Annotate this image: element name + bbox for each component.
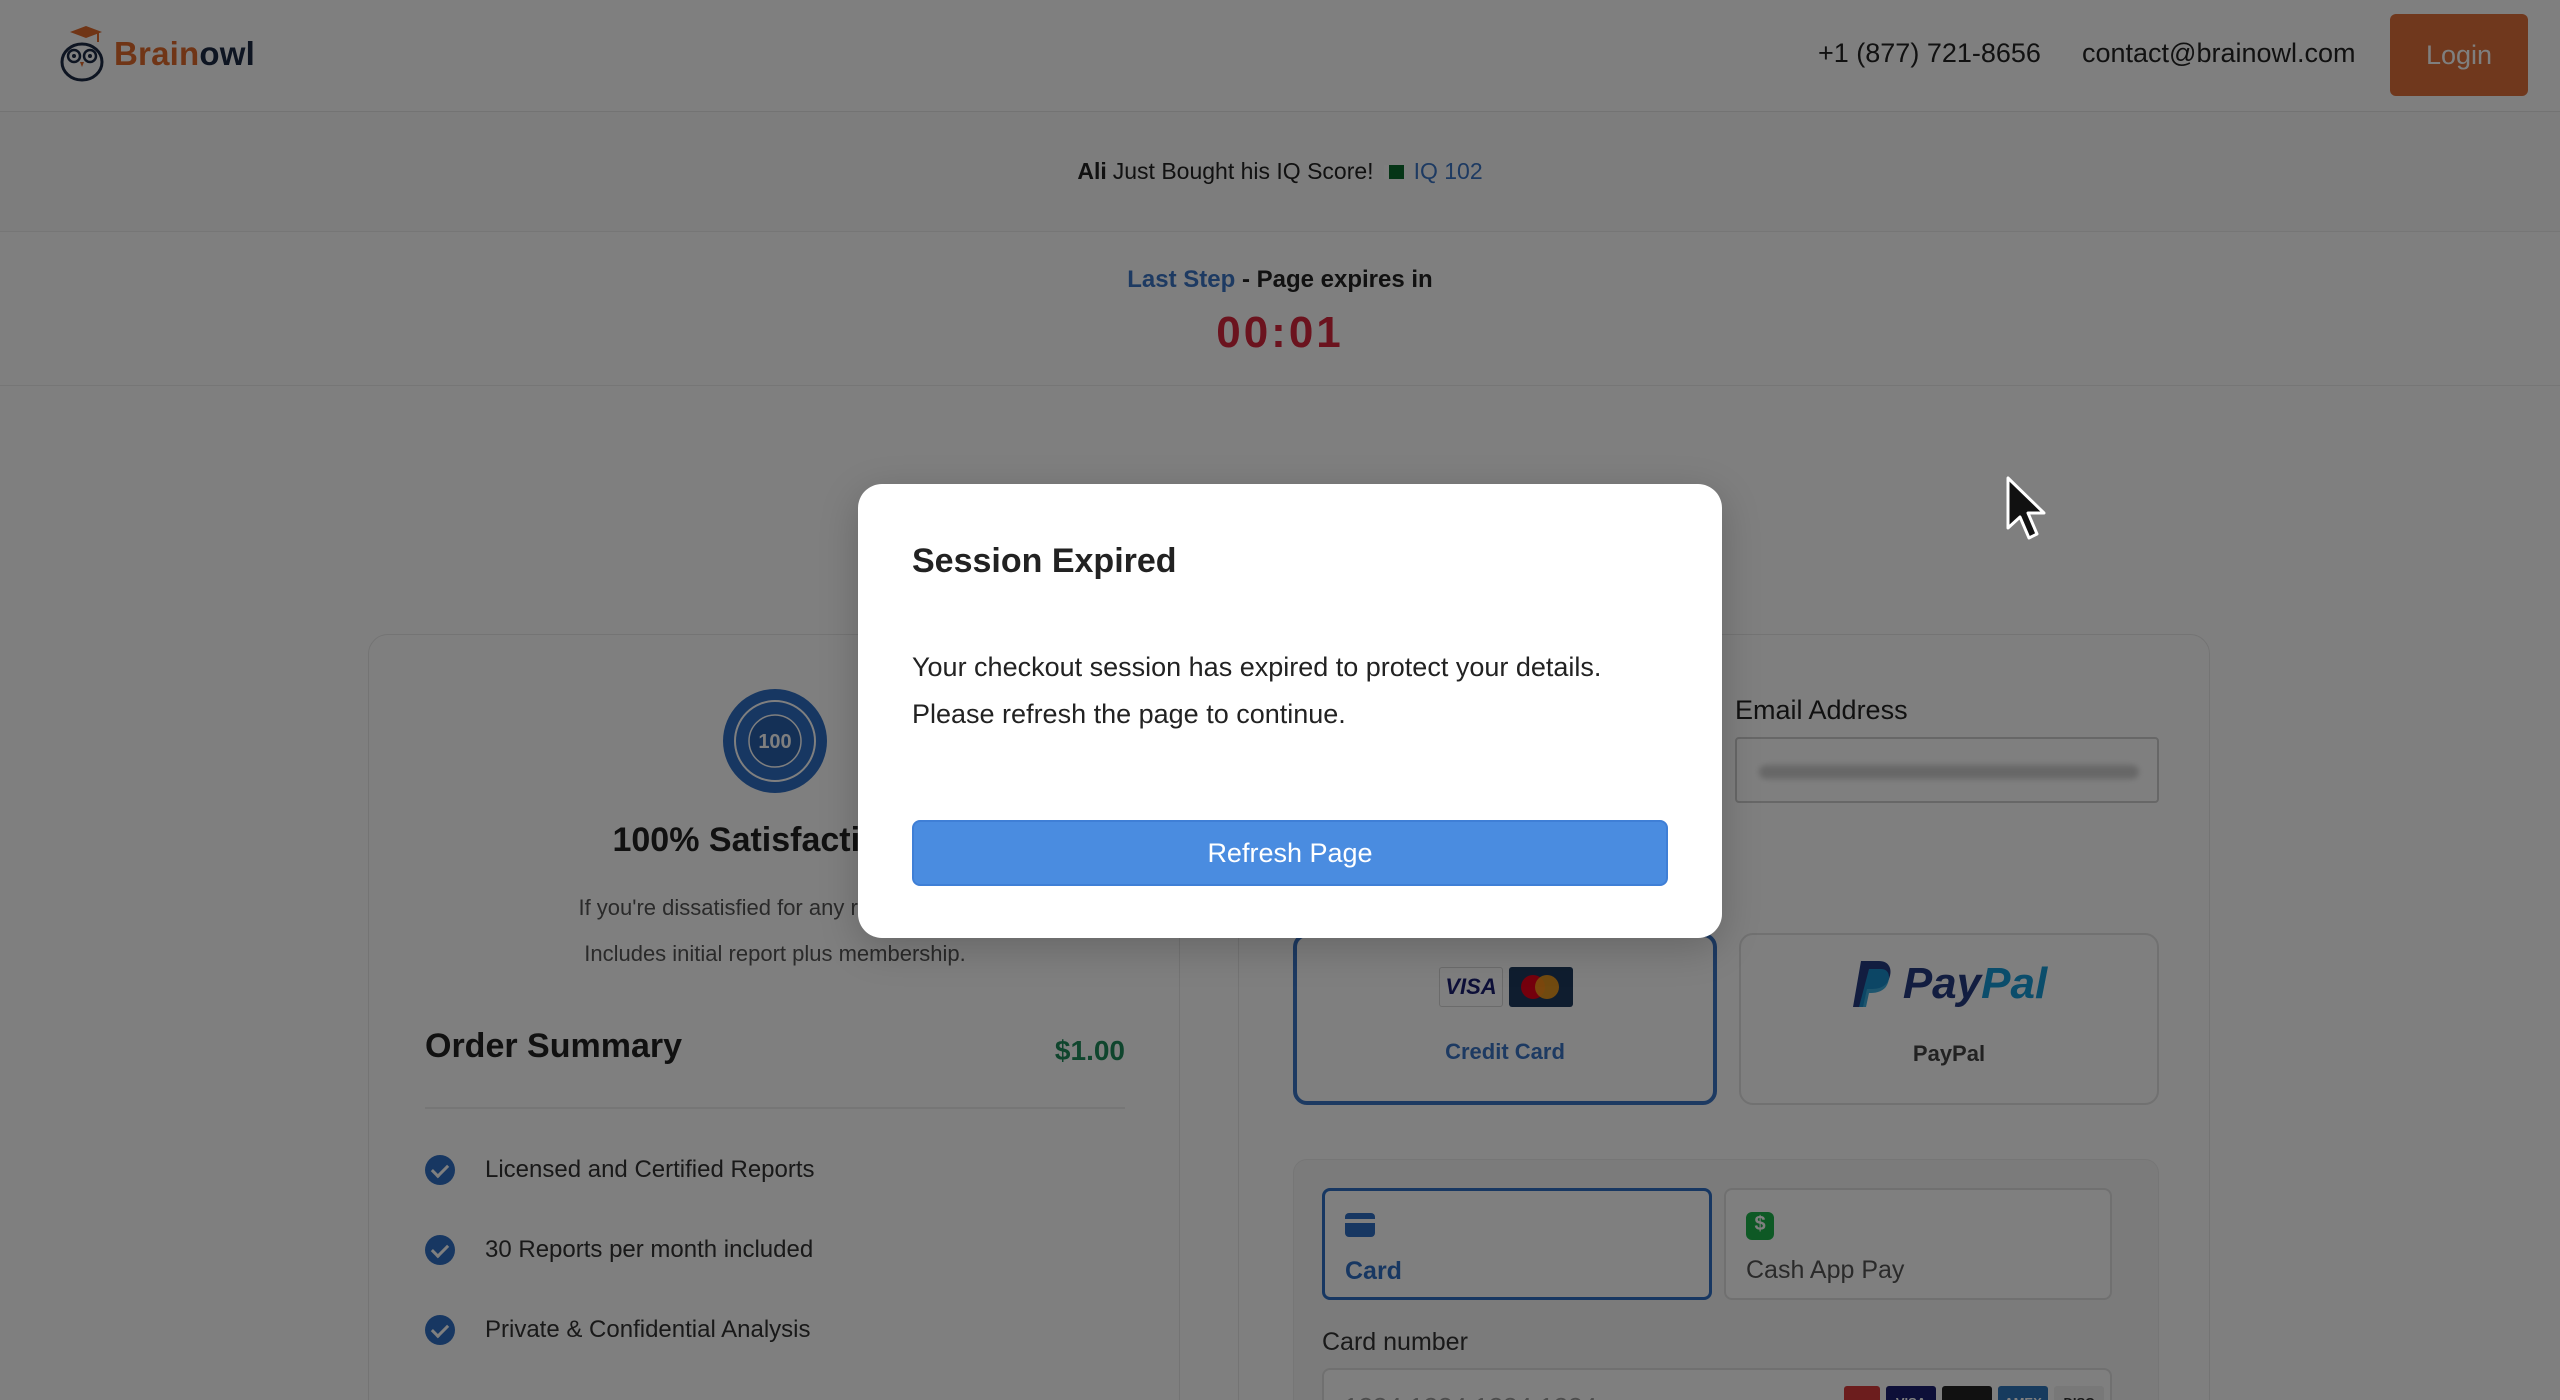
dialog-title: Session Expired bbox=[912, 542, 1177, 580]
mouse-cursor-icon bbox=[2006, 476, 2046, 540]
dialog-message-line-2: Please refresh the page to continue. bbox=[912, 699, 1346, 729]
dialog-message: Your checkout session has expired to pro… bbox=[912, 644, 1672, 738]
dialog-message-line-1: Your checkout session has expired to pro… bbox=[912, 652, 1602, 682]
session-expired-dialog: Session Expired Your checkout session ha… bbox=[858, 484, 1722, 938]
refresh-page-button[interactable]: Refresh Page bbox=[912, 820, 1668, 886]
